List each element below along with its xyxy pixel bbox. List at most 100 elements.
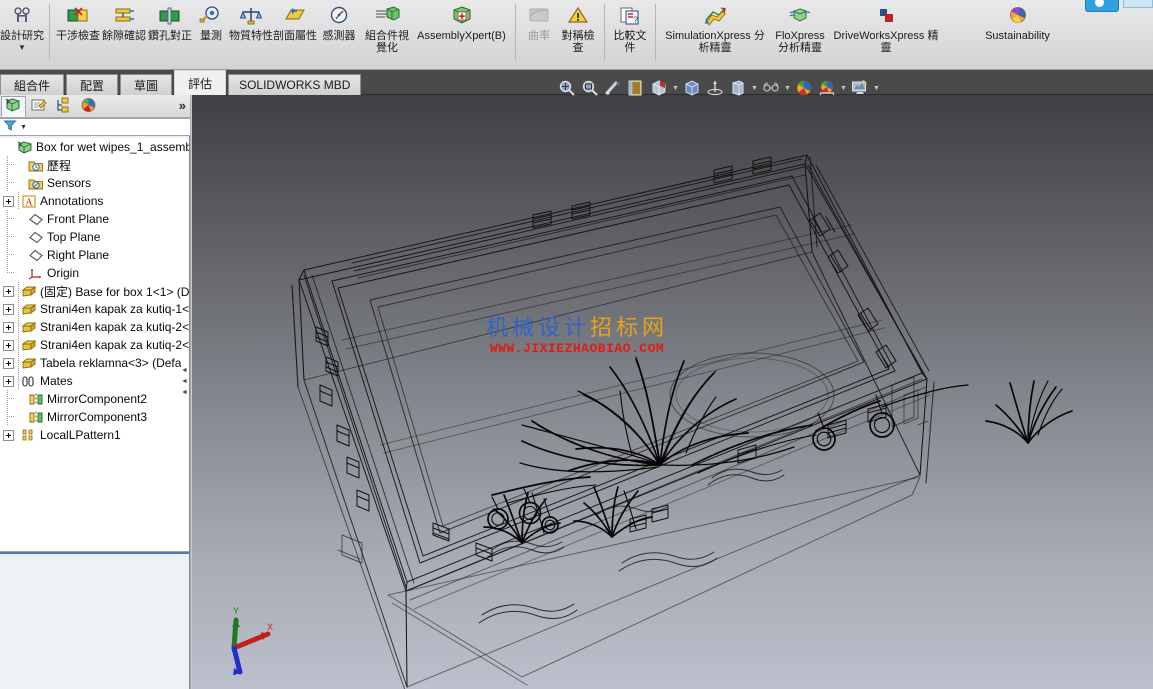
previous-view-button[interactable] xyxy=(602,77,624,99)
tab-label: 配置 xyxy=(80,78,105,93)
expand-toggle[interactable] xyxy=(3,357,14,369)
tab-configuration[interactable]: 配置 xyxy=(66,74,119,95)
ribbon-command-sensor[interactable]: 感測器 xyxy=(317,0,361,70)
ribbon-separator-3 xyxy=(604,4,605,60)
ribbon-command-clearance-verification[interactable]: 餘隙確認 xyxy=(101,0,147,70)
ribbon-command-simulation-xpress[interactable]: SimulationXpress 分析精靈 xyxy=(661,0,769,70)
display-style-menu-button[interactable] xyxy=(727,77,749,99)
apply-scene-button[interactable] xyxy=(793,77,815,99)
hide-show-items-button[interactable] xyxy=(704,77,726,99)
tree-item-annotations[interactable]: A Annotations xyxy=(0,192,189,210)
ribbon-command-compare-documents[interactable]: ? 比較文件 xyxy=(610,0,650,70)
scroll-down-arrow-icon[interactable]: ◄ xyxy=(180,387,189,398)
scroll-mid-arrow-icon[interactable]: ◄ xyxy=(180,376,189,387)
tree-item-kapak-2b[interactable]: Strani4en kapak za kutiq-2< xyxy=(0,336,189,354)
chevron-down-icon[interactable]: ▼ xyxy=(750,77,759,99)
plane-icon xyxy=(27,211,44,227)
zoom-to-fit-button[interactable] xyxy=(556,77,578,99)
tree-item-kapak-1[interactable]: Strani4en kapak za kutiq-1< xyxy=(0,300,189,318)
glasses-icon xyxy=(763,82,779,92)
ribbon-command-design-study[interactable]: 設計研究 ▼ xyxy=(0,0,44,70)
feature-manager-tab[interactable] xyxy=(1,95,26,117)
graphics-viewport[interactable]: 机械设计招标网 WWW.JIXIEZHAOBIAO.COM Y X Z xyxy=(192,95,1153,689)
edit-appearance-button[interactable] xyxy=(760,77,782,99)
display-style-button[interactable] xyxy=(681,77,703,99)
tree-item-base-for-box[interactable]: (固定) Base for box 1<1> (D xyxy=(0,282,189,300)
ribbon-command-hole-alignment[interactable]: 鑽孔對正 xyxy=(147,0,193,70)
ribbon-command-measure[interactable]: 量測 xyxy=(193,0,229,70)
tab-sketch[interactable]: 草圖 xyxy=(120,74,173,95)
view-settings-button[interactable] xyxy=(816,77,838,99)
tree-item-mirrorcomponent3[interactable]: MirrorComponent3 xyxy=(0,408,189,426)
tree-item-localpattern1[interactable]: LocalLPattern1 xyxy=(0,426,189,444)
tree-item-root[interactable]: Box for wet wipes_1_assembled xyxy=(0,138,189,156)
more-manager-tabs-button[interactable]: » xyxy=(179,98,186,113)
tree-item-label: Tabela reklamna<3> (Defa xyxy=(40,356,182,370)
tree-item-label: Right Plane xyxy=(47,248,110,262)
tree-vertical-scroll-arrows[interactable]: ◄ ◄ ◄ xyxy=(180,365,189,405)
tree-item-origin[interactable]: Origin xyxy=(0,264,189,282)
tree-item-front-plane[interactable]: Front Plane xyxy=(0,210,189,228)
ribbon-command-label: 設計研究 xyxy=(0,30,44,42)
tab-solidworks-mbd[interactable]: SOLIDWORKS MBD xyxy=(228,74,362,95)
manager-tab-bar: » xyxy=(0,95,190,118)
tree-item-mates[interactable]: Mates xyxy=(0,372,189,390)
chevron-down-icon[interactable]: ▼ xyxy=(20,124,27,131)
view-orientation-button[interactable] xyxy=(648,77,670,99)
chevron-down-icon[interactable]: ▼ xyxy=(872,77,881,99)
tree-item-kapak-2a[interactable]: Strani4en kapak za kutiq-2< xyxy=(0,318,189,336)
help-pill-icon[interactable] xyxy=(1085,0,1119,12)
scroll-up-arrow-icon[interactable]: ◄ xyxy=(180,365,189,376)
property-manager-tab[interactable] xyxy=(26,96,51,117)
tree-item-mirrorcomponent2[interactable]: MirrorComponent2 xyxy=(0,390,189,408)
chevron-down-icon[interactable]: ▼ xyxy=(671,77,680,99)
expand-toggle[interactable] xyxy=(3,429,14,441)
feature-tree[interactable]: Box for wet wipes_1_assembled 歷程 xyxy=(0,138,189,552)
ribbon-command-mass-properties[interactable]: 物質特性 xyxy=(229,0,273,70)
ribbon-command-assembly-visualization[interactable]: 組合件視覺化 xyxy=(361,0,413,70)
expand-toggle[interactable] xyxy=(3,195,14,207)
ribbon-command-label: 物質特性 xyxy=(229,30,273,42)
zoom-to-area-button[interactable] xyxy=(579,77,601,99)
ribbon-command-flo-xpress[interactable]: FloXpress 分析精靈 xyxy=(769,0,831,70)
tree-item-label: Box for wet wipes_1_assembled xyxy=(36,140,189,154)
ribbon-command-sustainability[interactable]: Sustainability xyxy=(965,0,1070,70)
search-input[interactable] xyxy=(26,120,190,134)
ribbon-toolbar: 設計研究 ▼ 干涉檢查 餘隙確認 鑽孔對正 量測 物質特性 剖面屬性 感測器 組… xyxy=(0,0,1153,70)
ribbon-command-driveworks-xpress[interactable]: DriveWorksXpress 精靈 xyxy=(831,0,941,70)
expand-toggle[interactable] xyxy=(3,321,14,333)
annotations-icon: A xyxy=(20,193,37,209)
expand-toggle[interactable] xyxy=(3,339,14,351)
chevron-down-icon[interactable]: ▼ xyxy=(783,77,792,99)
search-box-cropped[interactable] xyxy=(1123,0,1153,8)
tree-item-history[interactable]: 歷程 xyxy=(0,156,189,174)
chevron-down-icon[interactable]: ▼ xyxy=(18,44,26,52)
expand-toggle[interactable] xyxy=(3,285,14,297)
measure-icon xyxy=(199,3,223,29)
configuration-manager-tab[interactable] xyxy=(51,96,76,117)
ribbon-command-label: 曲率 xyxy=(528,30,550,42)
feature-manager-lower-pane: ◄ III ► xyxy=(0,552,189,689)
tab-assembly[interactable]: 組合件 xyxy=(0,74,65,95)
tree-item-sensors[interactable]: Sensors xyxy=(0,174,189,192)
curvature-icon xyxy=(527,3,551,29)
expand-toggle[interactable] xyxy=(3,303,14,315)
tab-evaluate[interactable]: 評估 xyxy=(174,70,227,95)
tree-item-right-plane[interactable]: Right Plane xyxy=(0,246,189,264)
ribbon-command-label: DriveWorksXpress 精靈 xyxy=(833,30,939,54)
feature-tree-filter[interactable]: ▼ xyxy=(0,118,190,136)
chevron-down-icon[interactable]: ▼ xyxy=(839,77,848,99)
ribbon-command-section-properties[interactable]: 剖面屬性 xyxy=(273,0,317,70)
ribbon-separator-2 xyxy=(515,4,516,60)
section-view-button[interactable] xyxy=(625,77,647,99)
ribbon-command-interference-detection[interactable]: 干涉檢查 xyxy=(55,0,101,70)
screen-capture-button[interactable] xyxy=(849,77,871,99)
expand-toggle[interactable] xyxy=(3,375,14,387)
assembly-visualization-icon xyxy=(374,3,400,29)
ribbon-command-assembly-xpert[interactable]: AssemblyXpert(B) xyxy=(413,0,510,70)
tree-item-top-plane[interactable]: Top Plane xyxy=(0,228,189,246)
ribbon-command-symmetry-check[interactable]: 對稱檢查 xyxy=(557,0,599,70)
ribbon-command-curvature[interactable]: 曲率 xyxy=(521,0,557,70)
display-manager-tab[interactable] xyxy=(76,96,101,117)
tree-item-tabela-reklamna[interactable]: Tabela reklamna<3> (Defa xyxy=(0,354,189,372)
